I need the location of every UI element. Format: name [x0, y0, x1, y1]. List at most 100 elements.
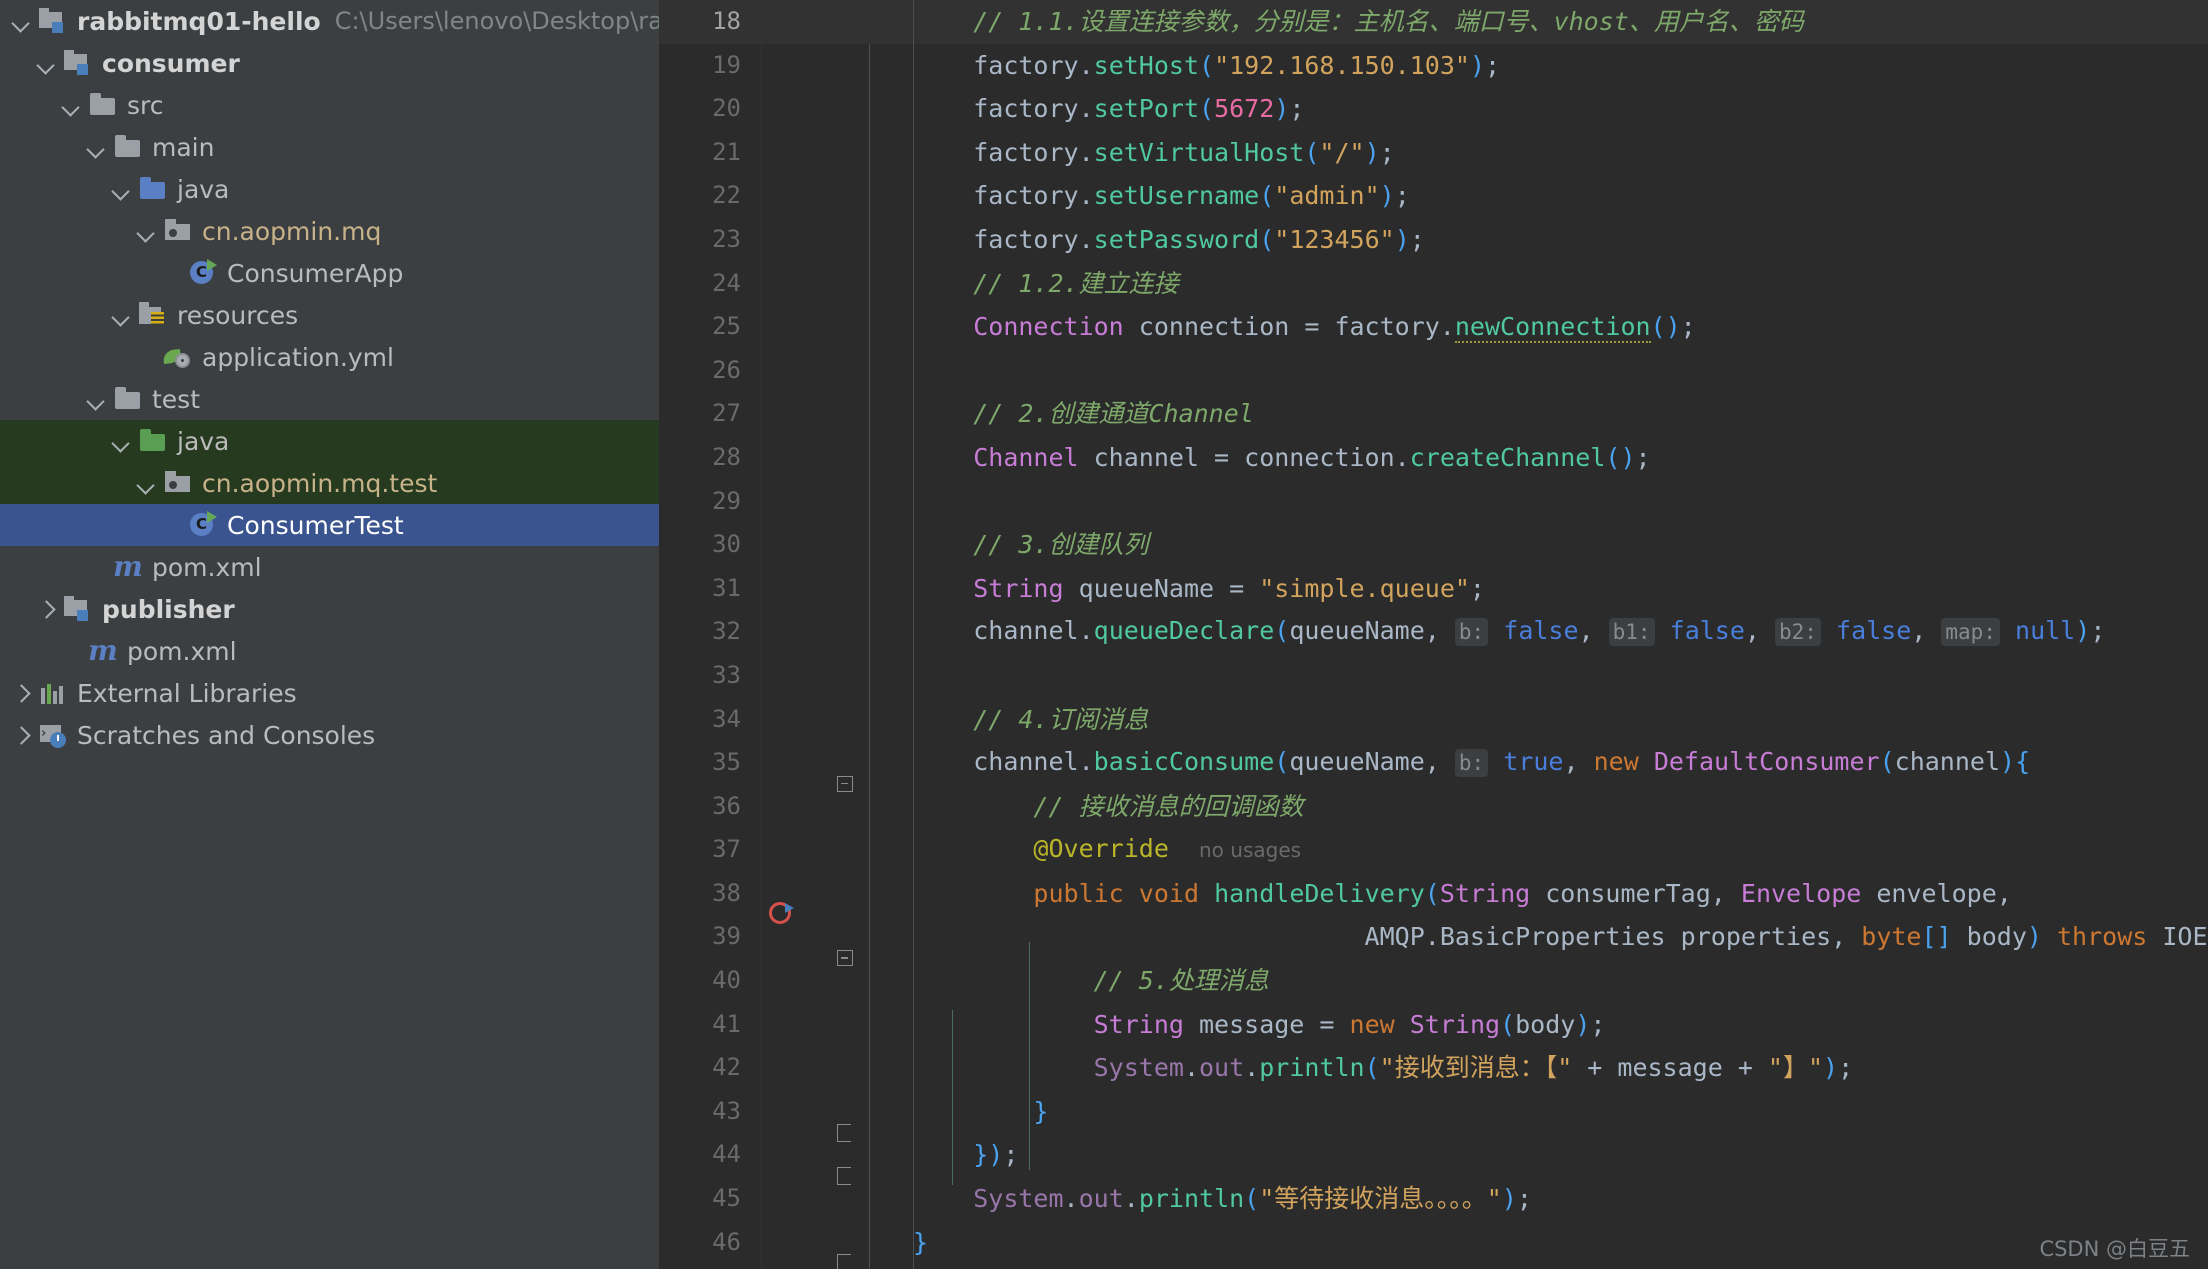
editor-line[interactable]: 35 channel.basicConsume(queueName, b: tr… [659, 740, 2208, 792]
tree-item-label: cn.aopmin.mq.test [202, 468, 438, 498]
tree-row-test[interactable]: test [0, 378, 659, 420]
code-text[interactable]: String queueName = "simple.queue"; [869, 567, 2208, 611]
chevron-down-icon[interactable] [108, 176, 134, 202]
code-token: . [1078, 224, 1094, 254]
editor-line[interactable]: 42 System.out.println("接收到消息：【" + messag… [659, 1046, 2208, 1090]
code-text[interactable]: // 2.创建通道Channel [869, 392, 2208, 436]
tree-row-rabbitmq01-hello[interactable]: rabbitmq01-hello C:\Users\lenovo\Desktop\… [0, 0, 659, 42]
editor-line[interactable]: 34 // 4.订阅消息 [659, 698, 2208, 742]
editor-line[interactable]: 27 // 2.创建通道Channel [659, 392, 2208, 436]
editor-line[interactable]: 31 String queueName = "simple.queue"; [659, 567, 2208, 611]
tree-row-main[interactable]: main [0, 126, 659, 168]
tree-row-scratches-and-consoles[interactable]: › Scratches and Consoles [0, 714, 659, 756]
code-fold-bracket-icon[interactable] [837, 1254, 851, 1269]
chevron-down-icon[interactable] [83, 386, 109, 412]
code-text[interactable]: System.out.println("等待接收消息。。。。"); [869, 1177, 2208, 1221]
tree-row-publisher[interactable]: publisher [0, 588, 659, 630]
editor-line[interactable]: 25 Connection connection = factory.newCo… [659, 305, 2208, 349]
code-text[interactable]: // 5.处理消息 [869, 959, 2208, 1003]
tree-row-src[interactable]: src [0, 84, 659, 126]
editor-line[interactable]: 33 [659, 654, 2208, 698]
code-text[interactable]: @Override no usages [869, 827, 2208, 873]
code-text[interactable]: // 接收消息的回调函数 [869, 785, 2208, 829]
code-text[interactable]: factory.setHost("192.168.150.103"); [869, 44, 2208, 88]
chevron-down-icon[interactable] [33, 50, 59, 76]
code-token: envelope, [1861, 878, 2012, 908]
tree-row-resources[interactable]: resources [0, 294, 659, 336]
editor-line[interactable]: 37 @Override no usages [659, 828, 2208, 872]
chevron-right-icon[interactable] [8, 722, 34, 748]
editor-line[interactable]: 23 factory.setPassword("123456"); [659, 218, 2208, 262]
code-text[interactable]: // 1.1.设置连接参数，分别是：主机名、端口号、vhost、用户名、密码 [869, 0, 2208, 44]
editor-line[interactable]: 29 [659, 480, 2208, 524]
tree-row-external-libraries[interactable]: External Libraries [0, 672, 659, 714]
chevron-down-icon[interactable] [108, 428, 134, 454]
code-text[interactable]: } [869, 1090, 2208, 1134]
editor-line[interactable]: 45 System.out.println("等待接收消息。。。。"); [659, 1177, 2208, 1221]
code-editor[interactable]: 18 // 1.1.设置连接参数，分别是：主机名、端口号、vhost、用户名、密… [659, 0, 2208, 1269]
line-number: 38 [712, 878, 741, 907]
editor-line[interactable]: 20 factory.setPort(5672); [659, 87, 2208, 131]
code-text[interactable]: public void handleDelivery(String consum… [869, 872, 2208, 916]
editor-line[interactable]: 26 [659, 349, 2208, 393]
editor-line[interactable]: 32 channel.queueDeclare(queueName, b: fa… [659, 610, 2208, 654]
code-text[interactable]: factory.setUsername("admin"); [869, 174, 2208, 218]
tree-row-consumer[interactable]: consumer [0, 42, 659, 84]
chevron-right-icon[interactable] [33, 596, 59, 622]
code-text[interactable]: } [869, 1221, 2208, 1265]
code-token: ) [1394, 224, 1410, 254]
editor-line[interactable]: 28 Channel channel = connection.createCh… [659, 436, 2208, 480]
tree-row-consumertest[interactable]: C ConsumerTest [0, 504, 659, 546]
chevron-down-icon[interactable] [108, 302, 134, 328]
tree-row-pom-xml[interactable]: m pom.xml [0, 546, 659, 588]
code-text[interactable]: channel.queueDeclare(queueName, b: false… [869, 609, 2208, 655]
chevron-down-icon[interactable] [83, 134, 109, 160]
code-text[interactable]: // 3.创建队列 [869, 523, 2208, 567]
editor-line[interactable]: 24 // 1.2.建立连接 [659, 262, 2208, 306]
tree-row-java[interactable]: java [0, 168, 659, 210]
editor-lines[interactable]: 18 // 1.1.设置连接参数，分别是：主机名、端口号、vhost、用户名、密… [659, 0, 2208, 1269]
editor-line[interactable]: 39 AMQP.BasicProperties properties, byte… [659, 915, 2208, 967]
tree-row-cn-aopmin-mq[interactable]: cn.aopmin.mq [0, 210, 659, 252]
editor-line[interactable]: 43 } [659, 1090, 2208, 1142]
tree-row-java[interactable]: java [0, 420, 659, 462]
tree-item-label: resources [177, 300, 299, 330]
code-text[interactable]: }); [869, 1133, 2208, 1177]
code-token: DefaultConsumer [1653, 747, 1880, 777]
editor-line[interactable]: 22 factory.setUsername("admin"); [659, 174, 2208, 218]
code-text[interactable]: Channel channel = connection.createChann… [869, 436, 2208, 480]
code-text[interactable]: // 4.订阅消息 [869, 698, 2208, 742]
chevron-down-icon[interactable] [133, 218, 159, 244]
tree-row-cn-aopmin-mq-test[interactable]: cn.aopmin.mq.test [0, 462, 659, 504]
editor-line[interactable]: 21 factory.setVirtualHost("/"); [659, 131, 2208, 175]
editor-line[interactable]: 36 // 接收消息的回调函数 [659, 785, 2208, 829]
editor-line[interactable]: 18 // 1.1.设置连接参数，分别是：主机名、端口号、vhost、用户名、密… [659, 0, 2208, 44]
tree-row-application-yml[interactable]: application.yml [0, 336, 659, 378]
editor-line[interactable]: 44 }); [659, 1133, 2208, 1186]
code-text[interactable]: factory.setPassword("123456"); [869, 218, 2208, 262]
code-text[interactable]: AMQP.BasicProperties properties, byte[] … [869, 915, 2208, 959]
code-text[interactable]: factory.setVirtualHost("/"); [869, 131, 2208, 175]
editor-line[interactable]: 41 String message = new String(body); [659, 1003, 2208, 1047]
tree-row-consumerapp[interactable]: C ConsumerApp [0, 252, 659, 294]
chevron-down-icon[interactable] [133, 470, 159, 496]
editor-line[interactable]: 46} [659, 1221, 2208, 1269]
code-text[interactable]: // 1.2.建立连接 [869, 262, 2208, 306]
editor-line[interactable]: 30 // 3.创建队列 [659, 523, 2208, 567]
code-text[interactable]: channel.basicConsume(queueName, b: true,… [869, 740, 2208, 786]
project-tree-panel[interactable]: rabbitmq01-hello C:\Users\lenovo\Desktop\… [0, 0, 659, 1269]
code-token: "admin" [1274, 181, 1380, 211]
code-text[interactable]: String message = new String(body); [869, 1003, 2208, 1047]
chevron-down-icon[interactable] [58, 92, 84, 118]
code-text[interactable]: Connection connection = factory.newConne… [869, 305, 2208, 349]
indent-guide-block [952, 1010, 953, 1185]
tree-row-pom-xml[interactable]: m pom.xml [0, 630, 659, 672]
editor-line[interactable]: 38 public void handleDelivery(String con… [659, 872, 2208, 924]
chevron-down-icon[interactable] [8, 8, 34, 34]
code-text[interactable]: factory.setPort(5672); [869, 87, 2208, 131]
editor-line[interactable]: 40 // 5.处理消息 [659, 959, 2208, 1003]
editor-line[interactable]: 19 factory.setHost("192.168.150.103"); [659, 44, 2208, 88]
code-token: ( [1364, 1053, 1380, 1083]
chevron-right-icon[interactable] [8, 680, 34, 706]
code-text[interactable]: System.out.println("接收到消息：【" + message +… [869, 1046, 2208, 1090]
